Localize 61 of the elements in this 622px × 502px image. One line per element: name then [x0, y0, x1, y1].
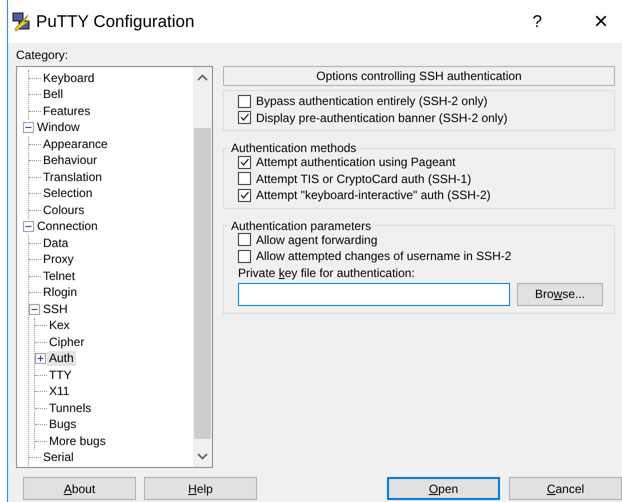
tree-item[interactable]: Connection [35, 219, 100, 234]
group-title: Authentication methods [230, 142, 358, 154]
checkbox-label[interactable]: Bypass authentication entirely (SSH-2 only) [256, 92, 488, 110]
scrollbar-thumb[interactable] [194, 128, 211, 439]
tree-item[interactable]: Selection [41, 186, 94, 202]
chevron-up-icon[interactable] [197, 74, 208, 81]
tree-item[interactable]: Window [35, 120, 82, 136]
tree-item[interactable]: Cipher [47, 334, 86, 350]
category-label: Category: [16, 47, 70, 64]
dialog-button[interactable]: Cancel [509, 477, 622, 500]
checkbox[interactable] [238, 233, 251, 246]
checkbox-label[interactable]: Attempt "keyboard-interactive" auth (SSH-2) [256, 186, 491, 204]
window-title: PuTTY Configuration [36, 10, 194, 33]
tree-item[interactable]: Behaviour [41, 153, 100, 168]
checkbox[interactable] [238, 172, 251, 186]
computers-lightning-icon [12, 12, 32, 32]
minus-box-icon[interactable] [29, 304, 40, 315]
chevron-down-icon[interactable] [197, 453, 208, 460]
minus-box-icon[interactable] [23, 221, 34, 232]
tree-item[interactable]: Kex [47, 318, 72, 334]
plus-box-icon[interactable] [35, 353, 46, 364]
checkbox[interactable] [238, 250, 251, 263]
checkbox[interactable] [238, 111, 251, 124]
tree-item[interactable]: Proxy [41, 252, 76, 268]
checkbox-label[interactable]: Display pre-authentication banner (SSH-2 only) [256, 108, 508, 127]
checkbox-label[interactable]: Attempt authentication using Pageant [256, 153, 456, 172]
dialog-button[interactable]: About [23, 477, 136, 500]
tree-item[interactable]: Auth [47, 351, 76, 366]
input-field[interactable] [238, 282, 510, 306]
checkbox[interactable] [238, 156, 251, 169]
browse-button[interactable]: Browse... [517, 282, 603, 306]
close-button[interactable]: × [594, 10, 608, 34]
tree-item[interactable]: TTY [47, 368, 74, 383]
dialog-button[interactable]: Open [387, 477, 500, 500]
tree-item[interactable]: Rlogin [41, 285, 80, 300]
tree-item[interactable]: Data [41, 236, 70, 251]
minus-box-icon[interactable] [23, 122, 34, 134]
help-button[interactable]: ? [532, 13, 542, 30]
tree-item[interactable]: Colours [41, 202, 86, 218]
group-title: Authentication parameters [230, 220, 372, 232]
checkbox-label[interactable]: Attempt TIS or CryptoCard auth (SSH-1) [256, 170, 472, 188]
tree-item[interactable]: Serial [41, 450, 76, 466]
checkbox[interactable] [238, 94, 251, 108]
tree-item[interactable]: Bugs [47, 417, 78, 432]
tree-item[interactable]: Keyboard [41, 70, 96, 86]
tree-item[interactable]: Features [41, 104, 92, 119]
section-header: Options controlling SSH authentication [223, 66, 615, 86]
checkbox[interactable] [238, 188, 251, 202]
tree-item[interactable]: Tunnels [47, 400, 94, 416]
tree-item[interactable]: Bell [41, 87, 66, 102]
tree-item[interactable]: SSH [41, 302, 70, 317]
checkbox-label[interactable]: Allow attempted changes of username in SSH-2 [256, 247, 512, 266]
checkbox-label[interactable]: Allow agent forwarding [256, 230, 378, 249]
tree-item[interactable]: X11 [47, 384, 72, 400]
tree-item[interactable]: Telnet [41, 268, 78, 284]
tree-item[interactable]: More bugs [47, 434, 108, 449]
field-label: Private key file for authentication: [238, 264, 416, 280]
dialog-button[interactable]: Help [144, 477, 257, 500]
tree-item[interactable]: Translation [41, 170, 104, 185]
tree-item[interactable]: Appearance [41, 136, 110, 152]
scrollbar[interactable] [193, 67, 212, 467]
